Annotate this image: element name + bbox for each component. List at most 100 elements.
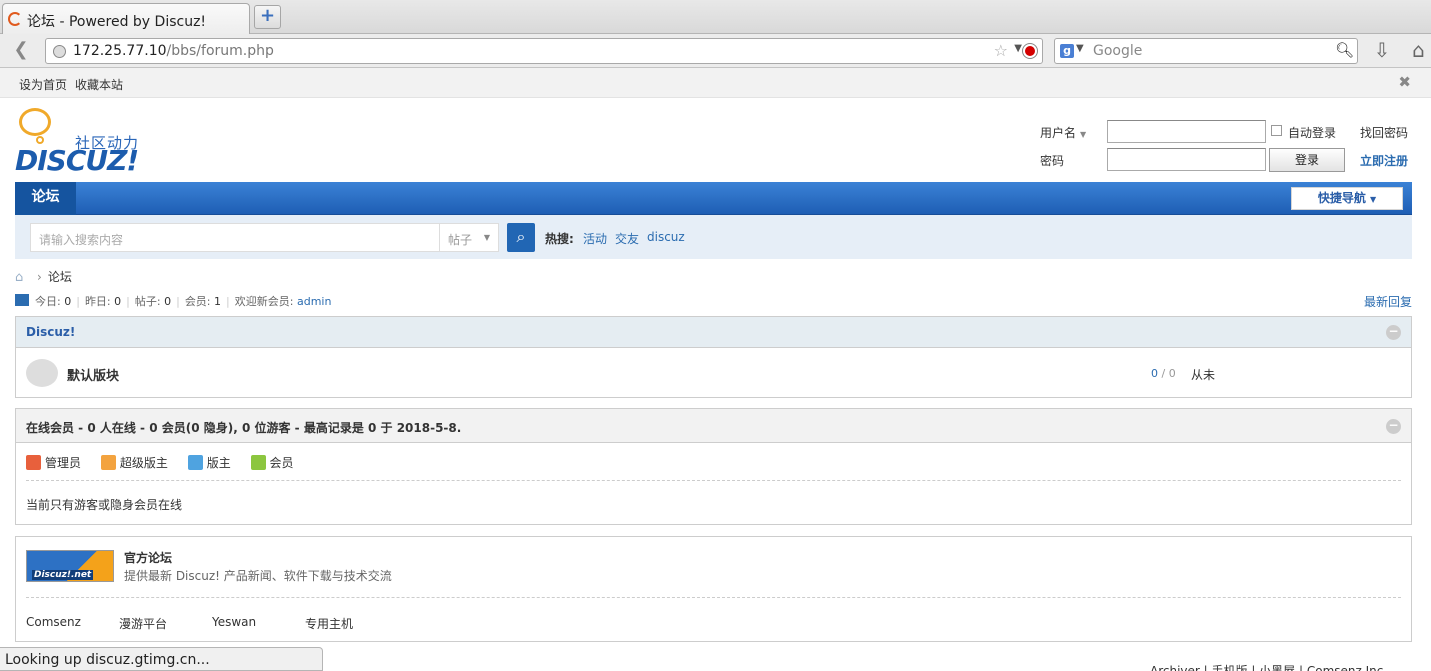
divider (26, 480, 1401, 481)
legend-item: 管理员 (26, 454, 81, 471)
home-icon[interactable]: ⌂ (1406, 39, 1431, 63)
legend-label: 版主 (206, 456, 231, 470)
username-label-text: 用户名 (1040, 126, 1077, 140)
close-icon[interactable]: ✖ (1398, 73, 1411, 91)
forum-stats: 今日: 0 | 昨日: 0 | 帖子: 0 | 会员: 1 | 欢迎新会员: admin (15, 293, 331, 309)
chevron-down-icon: ▼ (483, 233, 490, 242)
footer-links[interactable]: Archiver | 手机版 | 小黑屋 | Comsenz Inc. (1150, 662, 1387, 671)
main-nav: 论坛 快捷导航 ▼ (15, 182, 1412, 215)
stop-icon[interactable] (1023, 44, 1037, 58)
browser-tab[interactable]: 论坛 - Powered by Discuz! (2, 3, 250, 34)
member-icon (250, 455, 266, 470)
newest-member-link[interactable]: admin (297, 295, 331, 308)
forgot-password-link[interactable]: 找回密码 (1360, 124, 1408, 141)
legend-label: 会员 (269, 456, 294, 470)
auto-login-checkbox[interactable] (1271, 125, 1282, 136)
auto-login-label[interactable]: 自动登录 (1288, 124, 1336, 141)
super-moderator-icon (100, 455, 116, 470)
posts-count: 0 (164, 295, 172, 308)
breadcrumb-current: 论坛 (47, 270, 72, 284)
forum-group-header: Discuz! − (16, 317, 1411, 348)
forum-group-title[interactable]: Discuz! (26, 325, 75, 339)
breadcrumb-separator: › (37, 270, 42, 284)
logo-word: DISCUZ! (15, 144, 139, 177)
forum-icon (26, 359, 58, 387)
collapse-icon[interactable]: − (1386, 325, 1401, 340)
online-header: 在线会员 - 0 人在线 - 0 会员(0 隐身), 0 位游客 - 最高记录是… (16, 409, 1411, 443)
browser-nav-bar: ❮ 172.25.77.10/bbs/forum.php ☆ ▼ g ▼ Goo… (0, 34, 1431, 68)
hot-search-link[interactable]: 活动 (583, 230, 607, 247)
url-host: 172.25.77.10 (73, 43, 167, 59)
url-bar[interactable]: 172.25.77.10/bbs/forum.php ☆ ▼ (45, 38, 1043, 64)
browser-search-bar[interactable]: g ▼ Google 🔍︎ (1054, 38, 1358, 64)
forum-name-link[interactable]: 默认版块 (67, 365, 119, 384)
browser-status-bar: Looking up discuz.gtimg.cn... (0, 647, 323, 671)
logo-text: Discuz!.net (32, 570, 94, 580)
chevron-down-icon: ▼ (1370, 195, 1377, 204)
hot-search-label: 热搜: (545, 232, 574, 246)
member-legend: 管理员 超级版主 版主 会员 (26, 454, 310, 471)
new-tab-button[interactable]: + (254, 5, 281, 29)
yesterday-count: 0 (114, 295, 122, 308)
legend-item: 版主 (187, 454, 231, 471)
text-link[interactable]: Comsenz (26, 615, 81, 629)
url-path: /bbs/forum.php (166, 43, 274, 59)
today-count: 0 (64, 295, 72, 308)
forum-search-input[interactable]: 请输入搜索内容 (30, 223, 439, 252)
text-link[interactable]: Yeswan (212, 615, 256, 629)
discuz-net-logo[interactable]: Discuz!.net (26, 550, 114, 582)
logo-bubble-small (36, 136, 44, 144)
latest-reply-link[interactable]: 最新回复 (1364, 293, 1412, 310)
password-input[interactable] (1107, 148, 1266, 171)
engine-dropdown-icon[interactable]: ▼ (1076, 43, 1084, 54)
thread-count: 0 (1151, 367, 1158, 380)
official-forum-desc: 提供最新 Discuz! 产品新闻、软件下载与技术交流 (124, 569, 392, 583)
hot-search-link[interactable]: discuz (647, 230, 685, 244)
members-label: 会员: (184, 295, 211, 308)
back-button[interactable]: ❮ (6, 39, 36, 63)
legend-item: 超级版主 (100, 454, 168, 471)
loading-icon (8, 12, 22, 26)
welcome-label: 欢迎新会员: (234, 295, 294, 308)
forum-group: Discuz! − 默认版块 0 / 0 从未 (15, 316, 1412, 398)
tab-title: 论坛 - Powered by Discuz! (27, 14, 207, 30)
quick-nav-button[interactable]: 快捷导航 ▼ (1291, 187, 1403, 210)
bookmark-site-link[interactable]: 收藏本站 (75, 76, 123, 93)
forum-counts: 0 / 0 (1151, 367, 1176, 380)
friend-links: Discuz!.net 官方论坛 提供最新 Discuz! 产品新闻、软件下载与… (15, 536, 1412, 642)
search-icon: ⌕ (516, 227, 526, 246)
breadcrumb: ⌂ › 论坛 (15, 268, 72, 285)
chart-icon (15, 294, 29, 306)
home-icon[interactable]: ⌂ (15, 271, 29, 284)
history-dropdown-icon[interactable]: ▼ (1014, 43, 1022, 54)
text-link[interactable]: 漫游平台 (119, 615, 167, 632)
username-input[interactable] (1107, 120, 1266, 143)
chevron-down-icon: ▼ (1080, 130, 1087, 139)
official-forum-link[interactable]: 官方论坛 (124, 549, 172, 566)
hot-search-link[interactable]: 交友 (615, 230, 639, 247)
bookmark-star-icon[interactable]: ☆ (994, 41, 1008, 60)
today-label: 今日: (35, 295, 61, 308)
register-link[interactable]: 立即注册 (1360, 152, 1408, 169)
login-button[interactable]: 登录 (1269, 148, 1345, 172)
search-button[interactable]: ⌕ (507, 223, 535, 252)
download-icon[interactable]: ⇩ (1370, 39, 1394, 63)
moderator-icon (187, 455, 203, 470)
set-home-link[interactable]: 设为首页 (19, 76, 67, 93)
post-count: 0 (1168, 367, 1176, 380)
collapse-icon[interactable]: − (1386, 419, 1401, 434)
admin-icon (26, 455, 41, 470)
globe-icon (53, 45, 66, 58)
username-label[interactable]: 用户名 ▼ (1040, 124, 1086, 141)
quick-nav-label: 快捷导航 (1317, 191, 1366, 205)
legend-label: 管理员 (45, 456, 82, 470)
site-logo[interactable]: 社区动力 DISCUZ! (15, 108, 155, 177)
search-icon[interactable]: 🔍︎ (1335, 41, 1354, 59)
text-link[interactable]: 专用主机 (305, 615, 353, 632)
yesterday-label: 昨日: (84, 295, 111, 308)
login-form: 用户名 ▼ 自动登录 找回密码 密码 登录 立即注册 (1040, 118, 1420, 178)
site-top-bar: 设为首页 收藏本站 ✖ (0, 68, 1431, 98)
online-note: 当前只有游客或隐身会员在线 (26, 498, 183, 512)
nav-item-forum[interactable]: 论坛 (15, 182, 76, 215)
search-scope-select[interactable]: 帖子 ▼ (439, 223, 499, 252)
